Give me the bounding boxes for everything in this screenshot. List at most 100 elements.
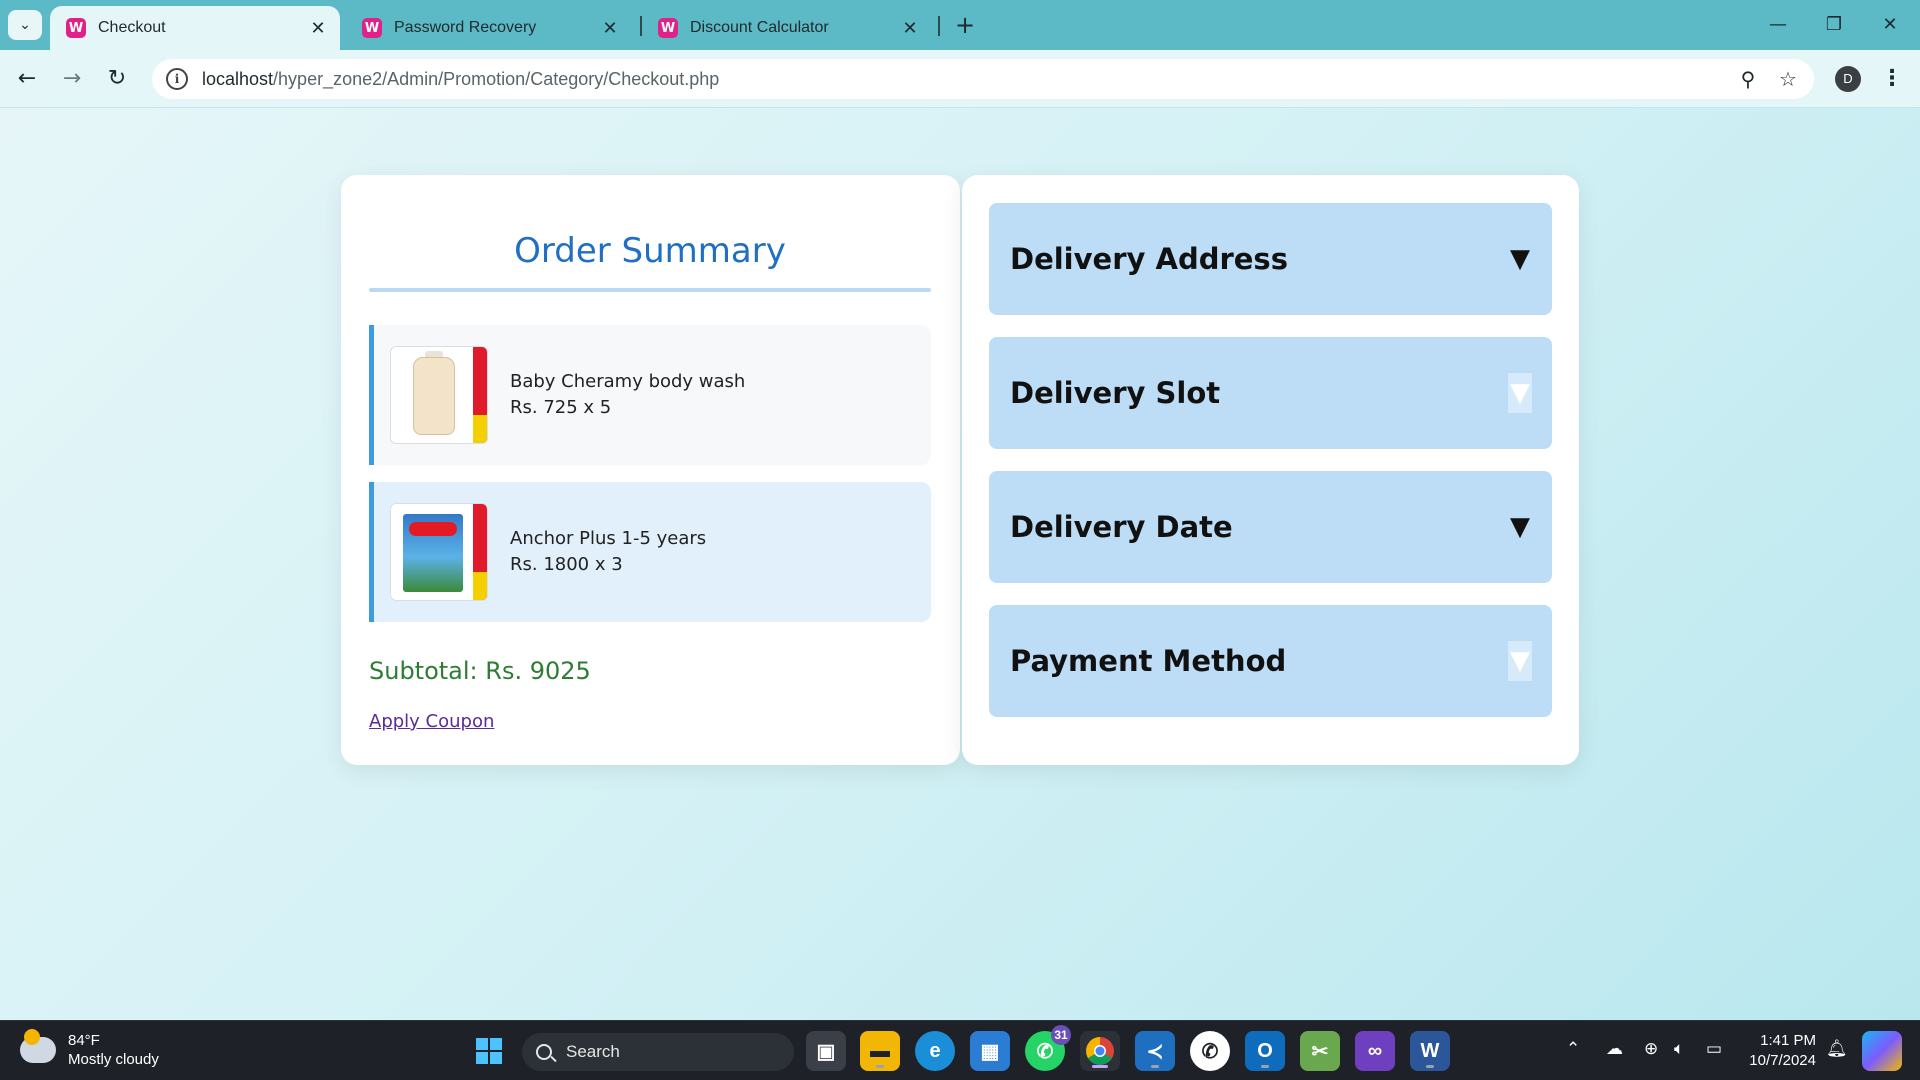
outlook-icon[interactable]: O: [1245, 1031, 1285, 1071]
url-path: /hyper_zone2/Admin/Promotion/Category/Ch…: [273, 68, 720, 89]
tab-checkout[interactable]: W Checkout ✕: [50, 6, 340, 50]
item-name: Anchor Plus 1-5 years: [510, 528, 707, 549]
volume-icon[interactable]: 🔈︎: [1674, 1039, 1684, 1059]
checkout-page: Order Summary Baby Cheramy body wash Rs.…: [0, 108, 1920, 1020]
start-windows-icon[interactable]: [469, 1031, 509, 1071]
clock[interactable]: 1:41 PM 10/7/2024: [1740, 1031, 1816, 1071]
bookmark-star-icon[interactable]: ☆: [1776, 67, 1800, 91]
site-info-icon[interactable]: i: [166, 68, 188, 90]
weather-widget[interactable]: 84°F Mostly cloudy: [20, 1029, 159, 1069]
word-icon[interactable]: W: [1410, 1031, 1450, 1071]
bottle-shape: [413, 357, 455, 435]
taskbar-search[interactable]: Search: [522, 1033, 794, 1071]
package-strip-yellow: [473, 572, 487, 600]
tab-discount-calculator[interactable]: W Discount Calculator ✕: [642, 6, 932, 50]
network-globe-icon[interactable]: ⊕: [1644, 1039, 1658, 1059]
apply-coupon-link[interactable]: Apply Coupon: [369, 711, 494, 732]
whatsapp-web-icon[interactable]: ✆: [1190, 1031, 1230, 1071]
order-item: Baby Cheramy body wash Rs. 725 x 5: [369, 325, 931, 465]
section-title: Delivery Date: [1010, 510, 1233, 544]
battery-icon[interactable]: ▭: [1706, 1039, 1722, 1059]
order-summary-card: Order Summary Baby Cheramy body wash Rs.…: [341, 175, 960, 765]
task-view-icon[interactable]: ▣: [806, 1031, 846, 1071]
search-icon: [536, 1044, 552, 1060]
order-item: Anchor Plus 1-5 years Rs. 1800 x 3: [369, 482, 931, 622]
chrome-icon[interactable]: [1080, 1031, 1120, 1071]
snipping-tool-icon[interactable]: ✂: [1300, 1031, 1340, 1071]
new-tab-plus-icon[interactable]: +: [950, 10, 980, 40]
item-price: Rs. 725 x 5: [510, 397, 612, 418]
weather-temp: 84°F: [68, 1032, 100, 1049]
dropdown-arrow-icon[interactable]: ▼: [1508, 373, 1532, 413]
forward-arrow-icon[interactable]: →: [55, 62, 89, 96]
browser-toolbar: ← → ↻ i localhost/hyper_zone2/Admin/Prom…: [0, 50, 1920, 108]
address-bar[interactable]: i localhost/hyper_zone2/Admin/Promotion/…: [152, 59, 1814, 99]
section-delivery-address[interactable]: Delivery Address ▼: [989, 203, 1552, 315]
file-explorer-icon[interactable]: ▬: [860, 1031, 900, 1071]
clock-time: 1:41 PM: [1760, 1032, 1816, 1049]
browser-menu-icon[interactable]: ⋮: [1880, 62, 1904, 96]
show-hidden-icons-chevron-icon[interactable]: ⌃: [1566, 1039, 1580, 1059]
section-delivery-slot[interactable]: Delivery Slot ▼: [989, 337, 1552, 449]
item-details: Baby Cheramy body wash Rs. 725 x 5: [510, 369, 745, 421]
whatsapp-icon[interactable]: ✆ 31: [1025, 1025, 1071, 1071]
search-label: Search: [566, 1042, 620, 1061]
vscode-icon[interactable]: ≺: [1135, 1031, 1175, 1071]
product-image-milk-powder: [390, 503, 488, 601]
profile-avatar[interactable]: D: [1835, 66, 1861, 92]
tab-close-icon[interactable]: ✕: [600, 18, 620, 39]
tab-title: Password Recovery: [394, 19, 537, 36]
checkout-sections-card: Delivery Address ▼ Delivery Slot ▼ Deliv…: [962, 175, 1579, 765]
title-divider: [369, 288, 931, 292]
dropdown-arrow-icon[interactable]: ▼: [1508, 641, 1532, 681]
section-title: Payment Method: [1010, 644, 1287, 678]
tab-search-chevron-icon[interactable]: ⌄: [8, 10, 42, 40]
onedrive-cloud-icon[interactable]: ☁: [1606, 1039, 1623, 1059]
dropdown-arrow-icon[interactable]: ▼: [1508, 239, 1532, 279]
tab-separator: [938, 16, 940, 36]
section-payment-method[interactable]: Payment Method ▼: [989, 605, 1552, 717]
visual-studio-icon[interactable]: ∞: [1355, 1031, 1395, 1071]
notification-bell-icon[interactable]: 🔔︎: [1826, 1039, 1848, 1059]
zoom-magnifier-icon[interactable]: ⚲: [1736, 67, 1760, 91]
tab-title: Checkout: [98, 19, 166, 36]
windows-taskbar: 84°F Mostly cloudy Search ▣ ▬ e ▦ ✆ 31 ≺ …: [0, 1020, 1920, 1080]
item-price: Rs. 1800 x 3: [510, 554, 623, 575]
subtotal: Subtotal: Rs. 9025: [369, 657, 591, 685]
microsoft-store-icon[interactable]: ▦: [970, 1031, 1010, 1071]
edge-browser-icon[interactable]: e: [915, 1031, 955, 1071]
weather-cloud-icon: [20, 1029, 56, 1063]
weather-desc: Mostly cloudy: [68, 1051, 159, 1068]
section-title: Delivery Address: [1010, 242, 1288, 276]
tab-close-icon[interactable]: ✕: [900, 18, 920, 39]
minimize-icon[interactable]: —: [1758, 8, 1798, 42]
close-window-icon[interactable]: ✕: [1870, 8, 1910, 42]
tab-close-icon[interactable]: ✕: [308, 18, 328, 39]
notification-badge: 31: [1051, 1025, 1071, 1045]
copilot-icon[interactable]: [1862, 1031, 1902, 1071]
tab-password-recovery[interactable]: W Password Recovery ✕: [346, 6, 632, 50]
section-delivery-date[interactable]: Delivery Date ▼: [989, 471, 1552, 583]
site-favicon-icon: W: [658, 18, 678, 38]
url-text[interactable]: localhost/hyper_zone2/Admin/Promotion/Ca…: [202, 69, 719, 90]
order-summary-title: Order Summary: [514, 231, 786, 271]
item-name: Baby Cheramy body wash: [510, 371, 746, 392]
url-host: localhost: [202, 68, 274, 89]
weather-text: 84°F Mostly cloudy: [68, 1031, 159, 1069]
chrome-logo-icon: [1086, 1037, 1114, 1065]
dropdown-arrow-icon[interactable]: ▼: [1508, 507, 1532, 547]
package-strip-yellow: [473, 415, 487, 443]
item-details: Anchor Plus 1-5 years Rs. 1800 x 3: [510, 526, 706, 578]
tab-strip: ⌄ W Checkout ✕ W Password Recovery ✕ W D…: [0, 0, 1920, 50]
site-favicon-icon: W: [362, 18, 382, 38]
box-logo-shape: [409, 522, 457, 536]
section-title: Delivery Slot: [1010, 376, 1221, 410]
restore-icon[interactable]: ❐: [1814, 8, 1854, 42]
reload-icon[interactable]: ↻: [100, 62, 134, 96]
windows-logo-icon: [476, 1038, 502, 1064]
back-arrow-icon[interactable]: ←: [10, 62, 44, 96]
product-image-body-wash: [390, 346, 488, 444]
site-favicon-icon: W: [66, 18, 86, 38]
tab-title: Discount Calculator: [690, 19, 829, 36]
clock-date: 10/7/2024: [1749, 1052, 1816, 1069]
